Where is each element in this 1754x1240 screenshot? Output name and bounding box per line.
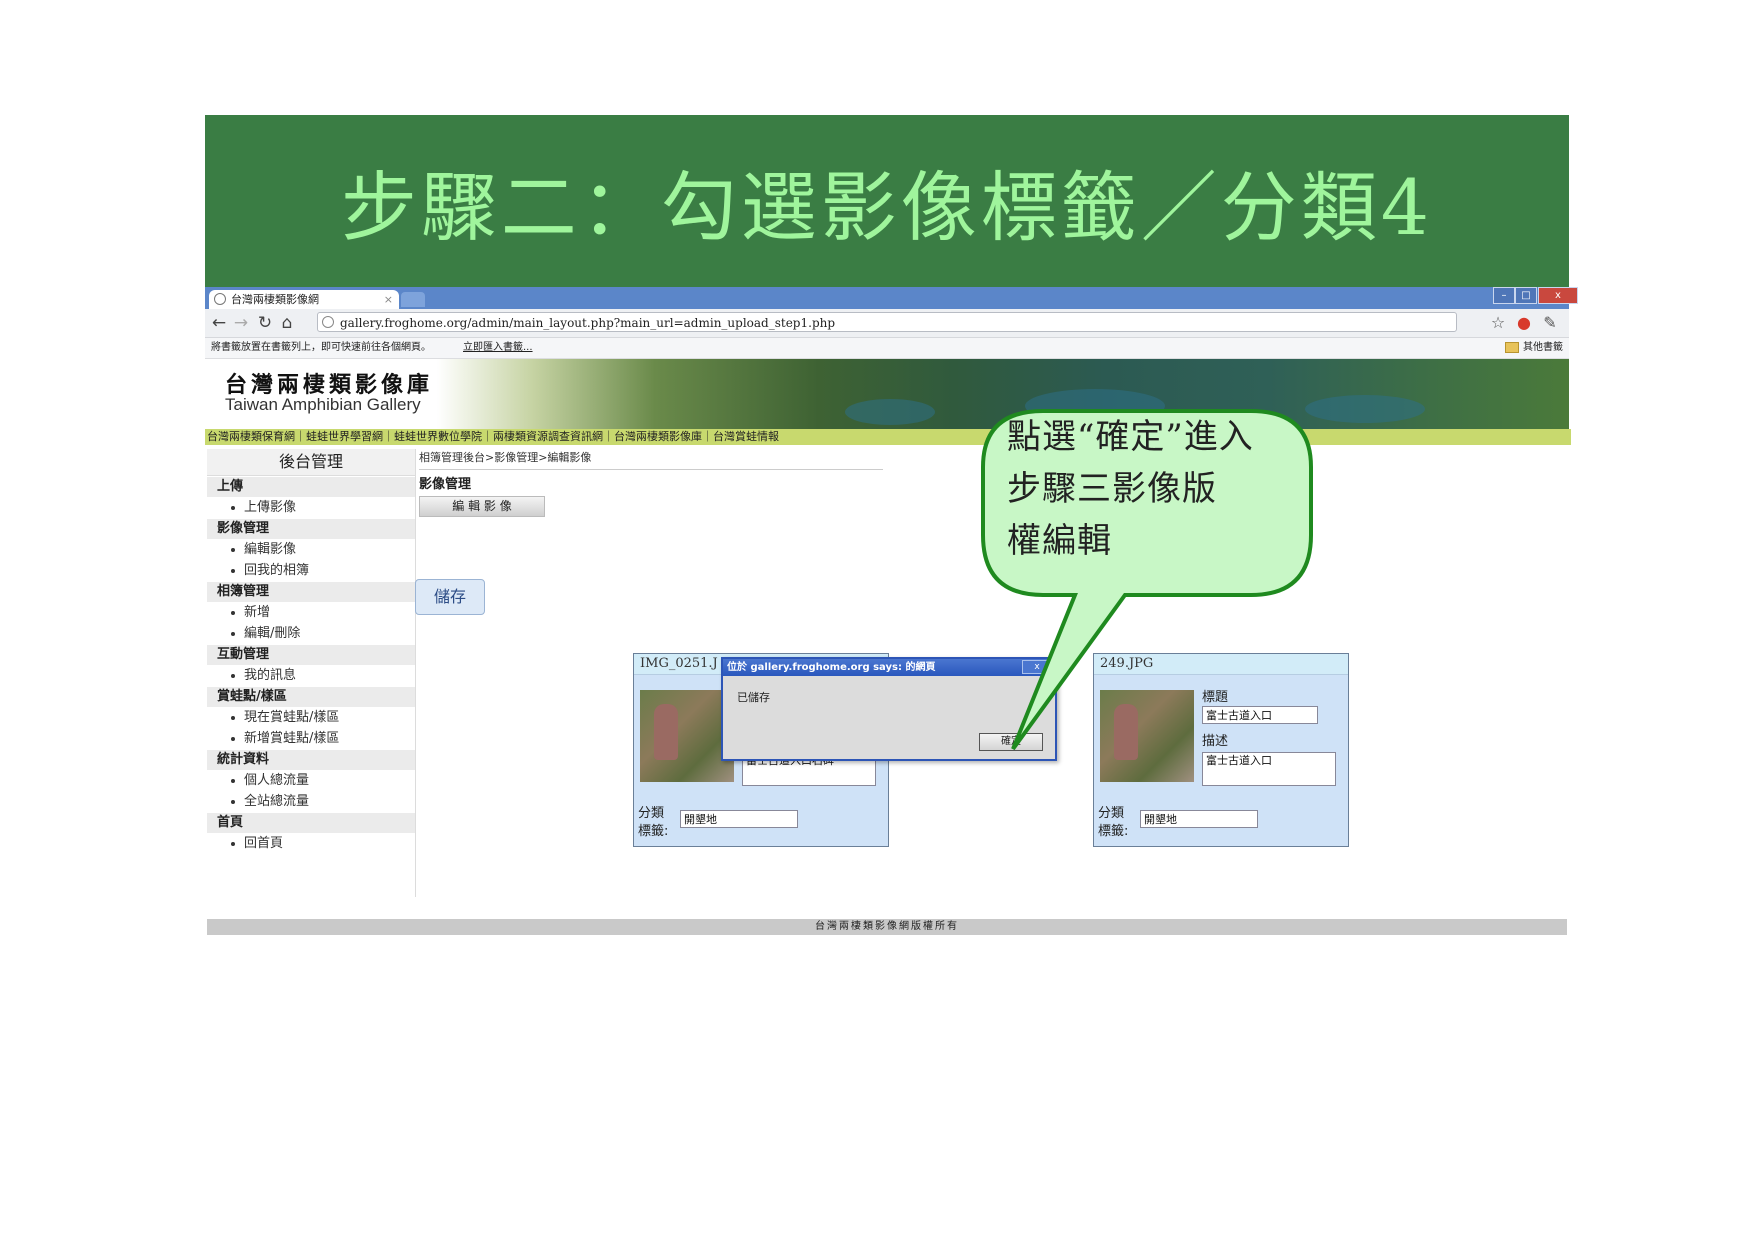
callout-text: 點選“確定”進入 步驟三影像版 權編輯: [1007, 411, 1317, 567]
callout-bubble: [981, 409, 1313, 751]
callout-line: 權編輯: [1007, 521, 1112, 561]
callout-line: 步驟三影像版: [1007, 469, 1217, 509]
callout-line: 點選“確定”進入: [1007, 417, 1254, 457]
slide: 步驟二：勾選影像標籤／分類4 台灣兩棲類影像網 × – □ x ← → ↻ ⌂ …: [205, 115, 1578, 935]
